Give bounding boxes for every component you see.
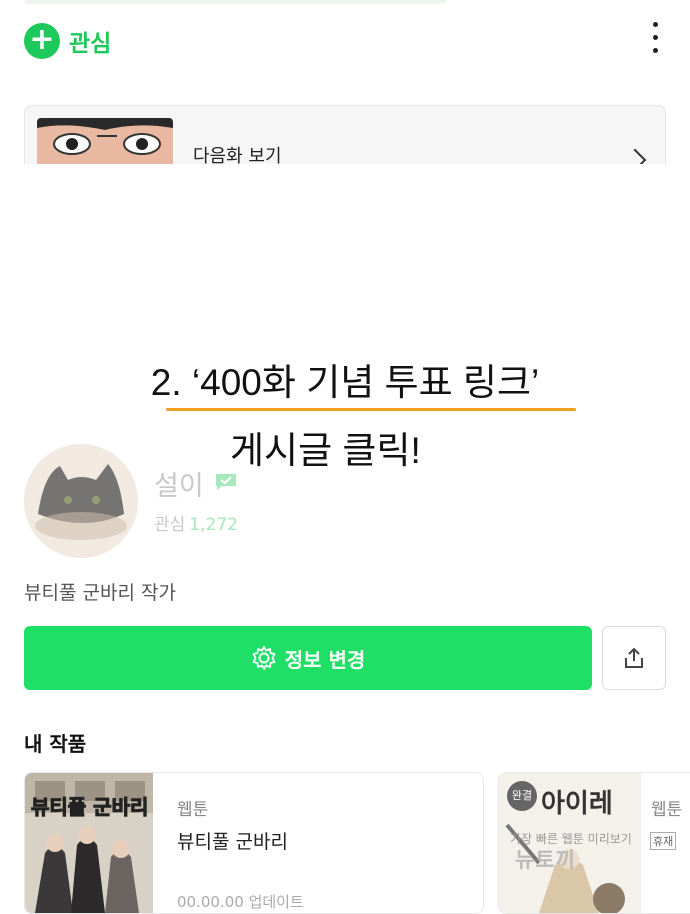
share-icon — [625, 647, 643, 668]
follow-button[interactable]: + 관심 — [24, 22, 111, 60]
work-cover: 뷰티풀 군바리 — [25, 773, 153, 913]
share-button[interactable] — [602, 626, 666, 690]
edit-info-button[interactable]: 정보 변경 — [24, 626, 592, 690]
next-episode-thumbnail — [37, 118, 173, 164]
work-cover-title: 아이레 — [541, 789, 613, 819]
hiatus-badge: 휴재 — [650, 832, 677, 850]
follower-row: 관심 1,272 — [154, 510, 238, 535]
work-genre: 웹툰 — [177, 800, 209, 820]
plus-icon: + — [24, 23, 60, 59]
next-episode-card[interactable]: 다음화 보기 — [24, 105, 666, 164]
work-genre: 웹툰 — [651, 800, 683, 820]
follower-count: 1,272 — [189, 515, 238, 535]
watermark-brand: 뉴토끼 — [515, 848, 576, 872]
gear-icon — [252, 646, 276, 670]
instruction-underline — [166, 408, 576, 411]
completed-badge: 완결 — [507, 781, 537, 811]
more-options-icon[interactable] — [646, 22, 664, 58]
work-cover-title: 뷰티풀 군바리 — [30, 795, 149, 820]
next-episode-label: 다음화 보기 — [193, 146, 282, 164]
chevron-right-icon — [623, 148, 647, 164]
work-update-date: 00.00.00 업데이트 — [177, 893, 304, 911]
work-card[interactable]: 뷰티풀 군바리 웹툰 뷰티풀 군바리 00.00.00 업데이트 — [24, 772, 484, 914]
instruction-line-2: 게시글 클릭! — [230, 430, 421, 471]
verified-icon — [214, 472, 238, 492]
avatar[interactable] — [24, 444, 138, 558]
work-title: 뷰티풀 군바리 — [177, 831, 288, 853]
follow-label: 관심 — [69, 31, 112, 57]
top-strip — [24, 0, 446, 4]
edit-info-label: 정보 변경 — [284, 647, 366, 672]
instruction-line-1: 2. ‘400화 기념 투표 링크’ — [150, 362, 540, 403]
my-works-title: 내 작품 — [24, 732, 87, 756]
follower-label: 관심 — [154, 515, 186, 535]
author-name: 설이 — [154, 471, 204, 502]
author-bio: 뷰티풀 군바리 작가 — [24, 582, 176, 604]
